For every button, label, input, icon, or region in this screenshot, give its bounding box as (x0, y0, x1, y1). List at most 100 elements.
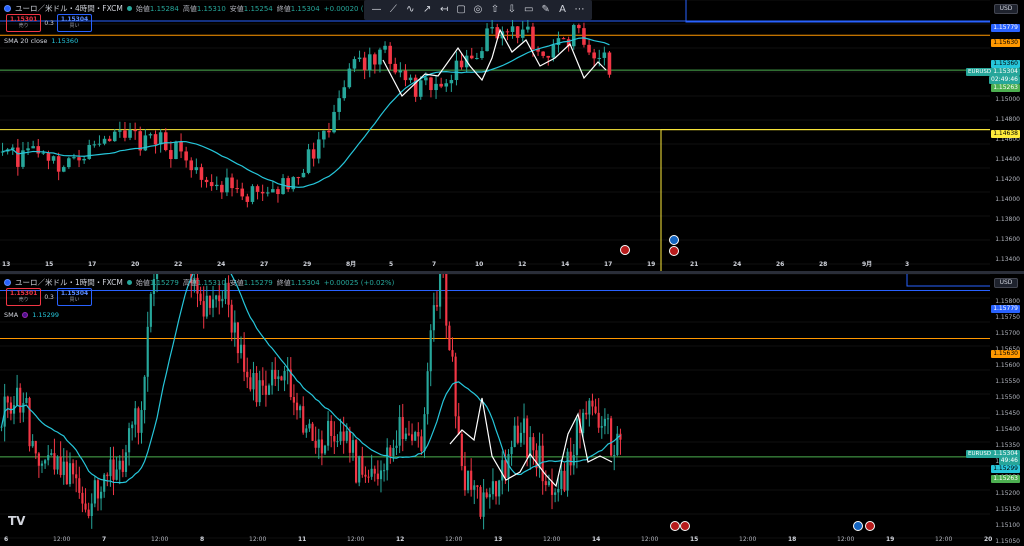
candle-body[interactable] (610, 418, 613, 456)
candle-body[interactable] (485, 492, 488, 498)
chart-pane-1h[interactable]: ユーロ／米ドル・1時間・FXCM 始値1.15279 高値1.15310 安値1… (0, 274, 1024, 546)
blue-box-line[interactable] (685, 0, 990, 23)
candle-body[interactable] (480, 51, 484, 59)
candle-body[interactable] (46, 152, 51, 161)
candle-body[interactable] (138, 131, 143, 151)
candle-body[interactable] (128, 129, 132, 138)
candle-body[interactable] (582, 28, 586, 45)
candle-body[interactable] (445, 274, 448, 326)
candle-body[interactable] (169, 150, 173, 160)
economic-event-icon[interactable] (669, 246, 679, 256)
candle-body[interactable] (295, 402, 299, 411)
candle-body[interactable] (320, 439, 323, 454)
candle-body[interactable] (378, 49, 382, 65)
candle-body[interactable] (305, 428, 308, 433)
candle-body[interactable] (345, 430, 348, 441)
candle-body[interactable] (99, 491, 103, 499)
candle-body[interactable] (470, 470, 473, 490)
candle-body[interactable] (420, 436, 423, 452)
arrow-up-icon[interactable]: ⇧ (488, 3, 502, 17)
candle-body[interactable] (383, 45, 387, 50)
candle-body[interactable] (31, 440, 34, 447)
candle-body[interactable] (249, 377, 252, 390)
candle-body[interactable] (106, 474, 109, 477)
candle-body[interactable] (102, 138, 107, 144)
candle-body[interactable] (311, 149, 316, 159)
candle-body[interactable] (404, 433, 407, 440)
candle-body[interactable] (92, 144, 97, 146)
chart-title[interactable]: ユーロ／米ドル・4時間・FXCM (15, 3, 123, 14)
candle-body[interactable] (96, 480, 100, 499)
chart-pane-4h[interactable]: ユーロ／米ドル・4時間・FXCM 始値1.15284 高値1.15310 安値1… (0, 0, 1024, 271)
candle-body[interactable] (469, 55, 474, 59)
circle-icon[interactable]: ◎ (471, 3, 485, 17)
candle-body[interactable] (255, 186, 260, 192)
candle-body[interactable] (146, 326, 149, 377)
candle-body[interactable] (131, 424, 134, 429)
candle-body[interactable] (322, 130, 326, 140)
candle-body[interactable] (189, 160, 194, 171)
candle-body[interactable] (327, 130, 331, 133)
candle-body[interactable] (153, 134, 158, 145)
candle-body[interactable] (546, 55, 551, 58)
candle-body[interactable] (424, 77, 428, 81)
candle-body[interactable] (393, 63, 398, 73)
candle-body[interactable] (457, 416, 460, 434)
candle-body[interactable] (174, 141, 178, 160)
candle-body[interactable] (267, 385, 271, 395)
candle-body[interactable] (426, 371, 429, 415)
candle-body[interactable] (316, 139, 321, 159)
candle-body[interactable] (582, 412, 585, 434)
candle-body[interactable] (575, 418, 578, 456)
candle-body[interactable] (373, 54, 377, 65)
candle-body[interactable] (342, 431, 345, 441)
candle-body[interactable] (271, 189, 275, 193)
candle-body[interactable] (566, 451, 569, 491)
candle-body[interactable] (516, 425, 519, 443)
candle-body[interactable] (260, 191, 265, 194)
currency-selector[interactable]: USD (994, 4, 1018, 14)
candle-body[interactable] (258, 380, 261, 403)
sma-line[interactable] (2, 37, 610, 188)
candle-body[interactable] (97, 143, 102, 145)
candle-body[interactable] (16, 147, 20, 167)
candle-body[interactable] (6, 396, 9, 403)
sma-legend-1h[interactable]: SMA 1.15299 (4, 311, 59, 319)
candle-body[interactable] (454, 356, 457, 417)
candle-body[interactable] (121, 460, 124, 472)
candle-body[interactable] (522, 418, 526, 433)
candle-body[interactable] (218, 295, 221, 302)
candle-body[interactable] (560, 470, 563, 489)
candle-body[interactable] (417, 432, 420, 437)
candle-body[interactable] (225, 177, 229, 193)
candle-body[interactable] (327, 420, 330, 446)
candle-body[interactable] (221, 298, 224, 302)
candle-body[interactable] (395, 445, 398, 448)
candle-body[interactable] (65, 461, 68, 485)
candle-body[interactable] (317, 439, 320, 448)
candle-body[interactable] (277, 376, 280, 379)
candle-body[interactable] (236, 322, 240, 354)
candle-body[interactable] (435, 305, 439, 307)
candle-body[interactable] (112, 459, 115, 480)
candle-body[interactable] (361, 456, 364, 475)
candle-body[interactable] (233, 322, 236, 333)
candle-body[interactable] (296, 177, 301, 179)
candle-body[interactable] (348, 430, 351, 453)
candle-body[interactable] (243, 344, 246, 372)
candle-body[interactable] (490, 27, 494, 29)
candle-body[interactable] (501, 460, 504, 481)
candle-body[interactable] (87, 509, 90, 516)
sma-legend-4h[interactable]: SMA 20 close 1.15360 (4, 37, 78, 45)
candle-body[interactable] (597, 57, 602, 59)
candle-body[interactable] (235, 188, 239, 190)
candle-body[interactable] (34, 440, 37, 454)
candle-body[interactable] (376, 473, 379, 480)
candle-body[interactable] (107, 138, 112, 142)
candle-body[interactable] (90, 503, 93, 516)
candle-body[interactable] (544, 481, 547, 486)
candle-body[interactable] (332, 111, 336, 133)
candle-body[interactable] (355, 440, 358, 483)
candle-body[interactable] (143, 376, 146, 411)
candle-body[interactable] (51, 156, 56, 161)
